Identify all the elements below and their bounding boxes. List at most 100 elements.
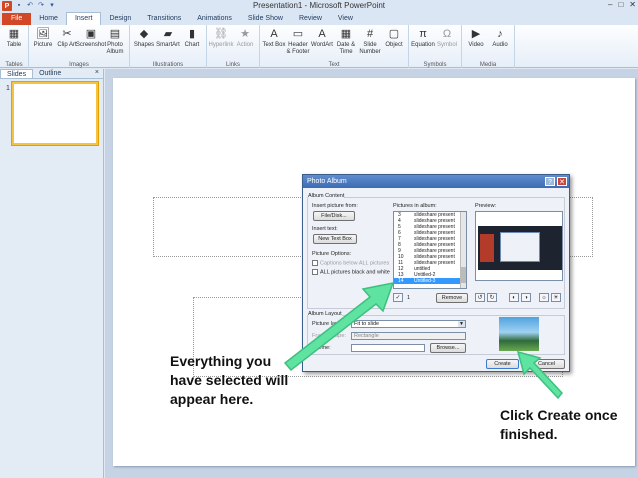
- wordart-icon: A: [318, 28, 326, 40]
- redo-icon[interactable]: ↷: [37, 2, 45, 10]
- chart-icon: ▮: [188, 28, 196, 40]
- ribbon-button-label: Clip Art: [57, 42, 77, 48]
- tab-transitions[interactable]: Transitions: [139, 13, 189, 25]
- file-disk-button[interactable]: File/Disk...: [313, 211, 355, 221]
- ribbon-group-tables: ▦ Table Tables: [0, 25, 29, 68]
- new-text-box-button[interactable]: New Text Box: [313, 234, 357, 244]
- title-bar: P ▪ ↶ ↷ ▾ Presentation1 - Microsoft Powe…: [0, 0, 638, 12]
- hyperlink-icon: ⛓: [214, 28, 228, 40]
- tab-design[interactable]: Design: [101, 13, 139, 25]
- dialog-close-button[interactable]: ✕: [557, 177, 567, 186]
- dialog-title: Photo Album: [307, 178, 347, 185]
- object-icon: ▢: [388, 28, 400, 40]
- ribbon-button-label: Equation: [411, 42, 435, 48]
- customize-qat-icon[interactable]: ▾: [48, 2, 56, 10]
- shapes-icon: ◆: [139, 28, 149, 40]
- maximize-button[interactable]: □: [618, 0, 623, 9]
- help-button[interactable]: ?: [545, 177, 555, 186]
- symbol-icon: Ω: [442, 28, 452, 40]
- slide-number: 1: [6, 85, 10, 92]
- scrollbar-thumb[interactable]: [461, 267, 466, 283]
- ribbon-group-label: Illustrations: [152, 62, 184, 68]
- picture-options-label: Picture Options:: [312, 251, 352, 257]
- ribbon-button-label: WordArt: [311, 42, 333, 48]
- powerpoint-logo-icon[interactable]: P: [2, 1, 12, 11]
- photo-album-icon: ▤: [109, 28, 121, 40]
- ribbon-group-text: A Text Box ▭ Header & Footer A WordArt ▦ Date &…: [260, 25, 409, 68]
- ribbon-button-label: Object: [385, 42, 403, 48]
- list-scrollbar[interactable]: [460, 212, 466, 288]
- ribbon-button-label: Action: [236, 42, 254, 48]
- ribbon-button-label: Chart: [184, 42, 200, 48]
- quick-access-toolbar: P ▪ ↶ ↷ ▾: [0, 1, 56, 11]
- tab-slides[interactable]: Slides: [0, 69, 34, 78]
- layout-preview-image: [499, 317, 539, 351]
- action-icon: ★: [240, 28, 250, 40]
- right-callout-arrow: [516, 350, 563, 400]
- chevron-down-icon: ▼: [458, 321, 465, 327]
- brightness-up-icon[interactable]: ☼: [539, 293, 549, 302]
- tab-insert[interactable]: Insert: [65, 12, 102, 25]
- right-callout-text: Click Create once finished.: [500, 407, 618, 442]
- tab-slide-show[interactable]: Slide Show: [240, 13, 291, 25]
- tab-file[interactable]: File: [2, 13, 32, 25]
- left-callout-text: Everything you have selected will appear…: [170, 353, 289, 407]
- tab-animations[interactable]: Animations: [189, 13, 240, 25]
- video-icon: ▶: [471, 28, 481, 40]
- browse-button[interactable]: Browse...: [430, 343, 466, 353]
- window-title: Presentation1 - Microsoft PowerPoint: [252, 1, 386, 10]
- tab-outline[interactable]: Outline: [33, 69, 67, 78]
- minimize-button[interactable]: –: [608, 0, 612, 9]
- brightness-down-icon[interactable]: ☀: [551, 293, 561, 302]
- ribbon-button-label: Date & Time: [336, 42, 356, 55]
- ribbon-button-label: Video: [468, 42, 484, 48]
- dialog-titlebar: Photo Album ? ✕: [303, 175, 569, 188]
- ribbon-button-label: Symbol: [436, 42, 457, 48]
- rotate-left-icon[interactable]: ↺: [475, 293, 485, 302]
- close-button[interactable]: ✕: [629, 0, 636, 9]
- undo-icon[interactable]: ↶: [26, 2, 34, 10]
- remove-button[interactable]: Remove: [436, 293, 468, 303]
- captions-checkbox[interactable]: [312, 260, 318, 266]
- audio-icon: ♪: [497, 28, 503, 40]
- ribbon-group-symbols: π Equation Ω Symbol Symbols: [409, 25, 462, 68]
- ribbon-tabs: File Home Insert Design Transitions Anim…: [0, 12, 638, 25]
- save-icon[interactable]: ▪: [15, 2, 23, 10]
- ribbon-group-label: Tables: [5, 62, 23, 68]
- ribbon-group-label: Media: [479, 62, 497, 68]
- ribbon-button-label: Header & Footer: [286, 42, 310, 55]
- ribbon-button-label: Shapes: [133, 42, 155, 48]
- contrast-up-icon[interactable]: ◐: [509, 293, 519, 302]
- close-pane-icon[interactable]: ×: [95, 69, 103, 78]
- captions-below-option[interactable]: Captions below ALL pictures: [312, 260, 389, 266]
- picture-icon: 🖼: [36, 28, 50, 40]
- screenshot-icon: ▣: [85, 28, 97, 40]
- header-footer-icon: ▭: [292, 28, 304, 40]
- slide-thumbnail[interactable]: [12, 82, 98, 145]
- tab-view[interactable]: View: [330, 13, 361, 25]
- slides-pane: Slides Outline × 1: [0, 69, 104, 478]
- ribbon-button-label: SmartArt: [156, 42, 180, 48]
- ribbon-group-links: ⛓ Hyperlink ★ Action Links: [207, 25, 260, 68]
- ribbon-button-label: Slide Number: [359, 42, 381, 55]
- tab-home[interactable]: Home: [31, 13, 66, 25]
- tab-review[interactable]: Review: [291, 13, 330, 25]
- ribbon: ▦ Table Tables 🖼 Picture ✂ Clip Art ▣ Screenshot…: [0, 25, 638, 68]
- slide-number-icon: #: [366, 28, 374, 40]
- ribbon-button-label: Hyperlink: [208, 42, 234, 48]
- ribbon-button-label: Picture: [33, 42, 53, 48]
- insert-picture-from-label: Insert picture from:: [312, 203, 358, 209]
- ribbon-button-label: Screenshot: [75, 42, 107, 48]
- rotate-right-icon[interactable]: ↻: [487, 293, 497, 302]
- table-icon: ▦: [8, 28, 20, 40]
- preview-label: Preview:: [475, 203, 497, 209]
- ribbon-group-illustrations: ◆ Shapes ▰ SmartArt ▮ Chart Illustrations: [130, 25, 207, 68]
- contrast-down-icon[interactable]: ◑: [521, 293, 531, 302]
- pictures-in-album-label: Pictures in album:: [393, 203, 437, 209]
- ribbon-group-label: Links: [225, 62, 240, 68]
- ribbon-button-label: Photo Album: [106, 42, 124, 55]
- equation-icon: π: [419, 28, 427, 40]
- ribbon-group-media: ▶ Video ♪ Audio Media: [462, 25, 515, 68]
- album-content-label: Album Content: [308, 193, 345, 199]
- preview-box: [475, 211, 563, 281]
